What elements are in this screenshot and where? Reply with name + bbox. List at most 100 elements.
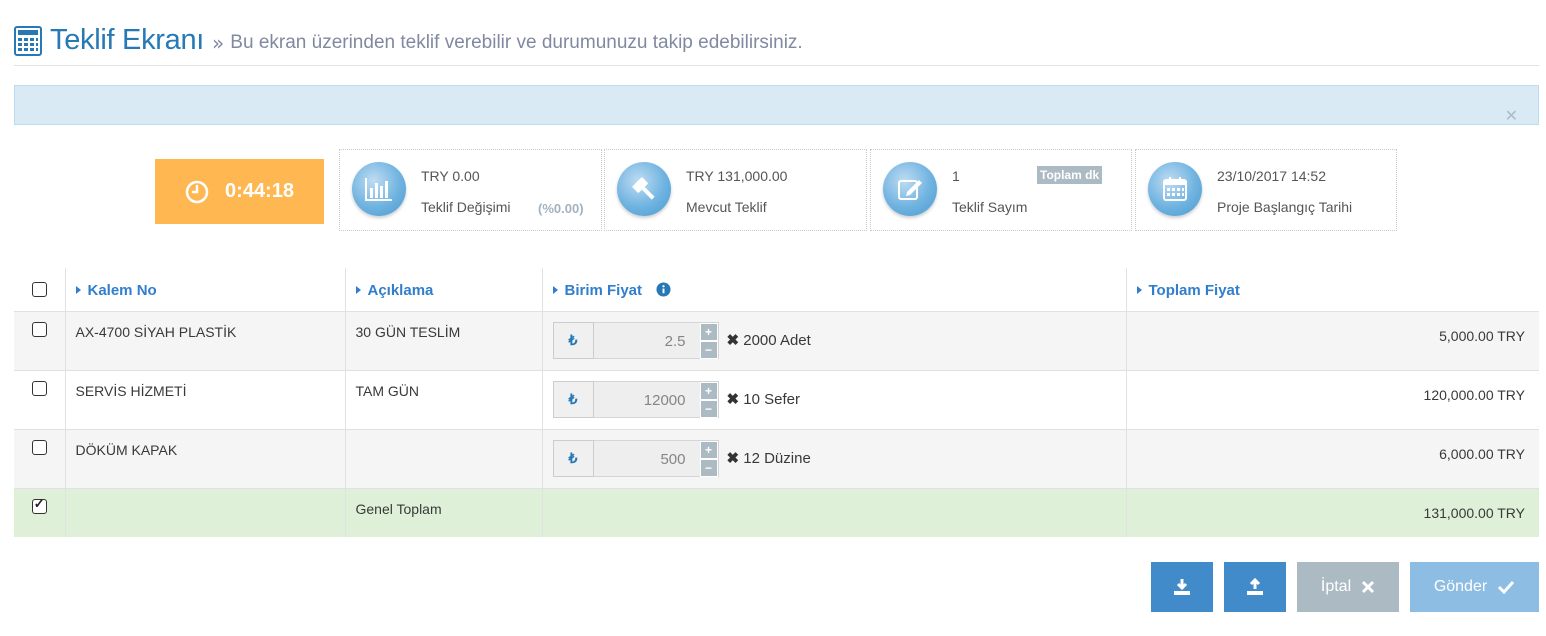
decrement-button[interactable]: − — [699, 399, 718, 418]
header-description[interactable]: Açıklama — [345, 268, 543, 311]
send-label: Gönder — [1433, 578, 1488, 595]
item-no-cell: DÖKÜM KAPAK — [65, 429, 346, 488]
increment-button[interactable]: + — [699, 440, 718, 459]
cancel-label: İptal — [1320, 578, 1352, 595]
price-input-group: ₺ 500 + − ✖ 12 Düzine — [552, 439, 1116, 477]
item-no-cell: SERVİS HİZMETİ — [65, 370, 346, 429]
upload-button[interactable] — [1224, 562, 1286, 612]
lira-icon: ₺ — [552, 321, 594, 359]
check-icon — [1498, 580, 1515, 594]
stat-percent: (%0.00) — [538, 201, 584, 216]
header-unit-price[interactable]: Birim Fiyat — [542, 268, 1127, 311]
times-icon: ✖ — [726, 332, 740, 349]
page-header: Teklif Ekranı » Bu ekran üzerinden tekli… — [14, 16, 1539, 66]
increment-button[interactable]: + — [699, 322, 718, 341]
row-checkbox[interactable] — [31, 439, 47, 455]
title-separator: » — [212, 30, 225, 55]
cancel-button[interactable]: İptal — [1297, 562, 1399, 612]
table-header-row: Kalem No Açıklama Birim Fiyat Toplam Fiy… — [14, 268, 1539, 311]
calculator-icon — [14, 25, 42, 56]
total-cell: 5,000.00 TRY — [1439, 327, 1525, 344]
select-all-checkbox[interactable] — [31, 282, 47, 297]
send-button[interactable]: Gönder — [1410, 562, 1539, 612]
calendar-icon — [1148, 162, 1202, 216]
price-input-group: ₺ 2.5 + − ✖ 2000 Adet — [552, 321, 1116, 359]
quantity-label: ✖ 12 Düzine — [727, 449, 811, 467]
select-cell — [14, 370, 66, 429]
total-cell: 120,000.00 TRY — [1423, 386, 1525, 403]
stat-label: Mevcut Teklif — [686, 199, 767, 215]
select-cell — [14, 488, 66, 537]
header-label: Kalem No — [87, 282, 157, 299]
price-input-group: ₺ 12000 + − ✖ 10 Sefer — [552, 380, 1116, 418]
unit-price-cell: ₺ 500 + − ✖ 12 Düzine — [542, 429, 1127, 488]
bar-chart-icon — [352, 162, 406, 216]
price-input[interactable]: 12000 + − — [593, 380, 719, 418]
decrement-button[interactable]: − — [699, 340, 718, 359]
unit-price-cell: ₺ 2.5 + − ✖ 2000 Adet — [542, 311, 1127, 370]
stat-label: Teklif Değişimi — [421, 199, 511, 215]
countdown-timer: 0:44:18 — [155, 159, 324, 224]
sort-caret-icon — [552, 286, 558, 294]
table-row: SERVİS HİZMETİ TAM GÜN ₺ 12000 + − ✖ 10 … — [14, 370, 1539, 429]
stat-value: 1 — [952, 168, 960, 184]
header-total-price[interactable]: Toplam Fiyat — [1126, 268, 1539, 311]
price-spinner: + − — [699, 381, 718, 418]
row-checkbox[interactable] — [31, 321, 47, 337]
price-input[interactable]: 2.5 + − — [593, 321, 719, 359]
header-label: Toplam Fiyat — [1148, 282, 1240, 299]
info-icon[interactable] — [656, 282, 671, 297]
select-cell — [14, 429, 66, 488]
price-value: 2.5 — [664, 332, 686, 350]
row-checkbox[interactable] — [31, 380, 47, 396]
times-icon: ✖ — [726, 391, 740, 408]
stat-current-bid: TRY 131,000.00 Mevcut Teklif — [604, 149, 867, 231]
page-subtitle: Bu ekran üzerinden teklif verebilir ve d… — [230, 31, 803, 53]
header-label: Birim Fiyat — [564, 282, 643, 299]
lira-icon: ₺ — [552, 380, 594, 418]
description-cell — [345, 429, 543, 488]
increment-button[interactable]: + — [699, 381, 718, 400]
total-cell: 6,000.00 TRY — [1439, 445, 1525, 462]
quantity-value: 10 Sefer — [743, 391, 800, 408]
close-icon — [1362, 580, 1375, 594]
timer-value: 0:44:18 — [225, 180, 294, 202]
info-alert: ✕ — [14, 85, 1539, 125]
price-value: 500 — [660, 450, 686, 468]
stat-start-date: 23/10/2017 14:52 Proje Başlangıç Tarihi — [1135, 149, 1397, 231]
stat-label: Proje Başlangıç Tarihi — [1217, 199, 1353, 215]
table-row: DÖKÜM KAPAK ₺ 500 + − ✖ 12 Düzine 6,000.… — [14, 429, 1539, 488]
grand-total-checkbox[interactable] — [31, 496, 47, 514]
stat-value: TRY 131,000.00 — [686, 168, 788, 184]
stat-bid-count: 1 Teklif Sayım Toplam dk — [870, 149, 1132, 231]
unit-price-cell: ₺ 12000 + − ✖ 10 Sefer — [542, 370, 1127, 429]
quantity-value: 12 Düzine — [743, 450, 811, 467]
sort-caret-icon — [75, 286, 81, 294]
sort-caret-icon — [1136, 286, 1142, 294]
stat-label: Teklif Sayım — [952, 199, 1028, 215]
close-icon[interactable]: ✕ — [1505, 106, 1518, 125]
item-no-cell: AX-4700 SİYAH PLASTİK — [65, 311, 346, 370]
grand-total-label: Genel Toplam — [345, 488, 543, 537]
grand-total-value: 131,000.00 TRY — [1423, 504, 1525, 521]
lira-icon: ₺ — [552, 439, 594, 477]
stat-bid-change: TRY 0.00 Teklif Değişimi (%0.00) — [339, 149, 602, 231]
stat-value: TRY 0.00 — [421, 168, 480, 184]
quantity-label: ✖ 2000 Adet — [727, 331, 811, 349]
header-item-no[interactable]: Kalem No — [65, 268, 346, 311]
empty-cell — [65, 488, 346, 537]
bid-table: Kalem No Açıklama Birim Fiyat Toplam Fiy… — [14, 268, 1539, 537]
price-spinner: + − — [699, 440, 718, 477]
download-button[interactable] — [1151, 562, 1213, 612]
clock-icon — [185, 180, 209, 203]
quantity-label: ✖ 10 Sefer — [727, 390, 800, 408]
download-icon — [1174, 579, 1190, 595]
header-select-cell — [14, 268, 66, 311]
decrement-button[interactable]: − — [699, 458, 718, 477]
price-input[interactable]: 500 + − — [593, 439, 719, 477]
empty-cell — [542, 488, 1127, 537]
stat-value: 23/10/2017 14:52 — [1217, 168, 1326, 184]
description-cell: 30 GÜN TESLİM — [345, 311, 543, 370]
sort-caret-icon — [355, 286, 361, 294]
grand-total-row: Genel Toplam 131,000.00 TRY — [14, 488, 1539, 537]
